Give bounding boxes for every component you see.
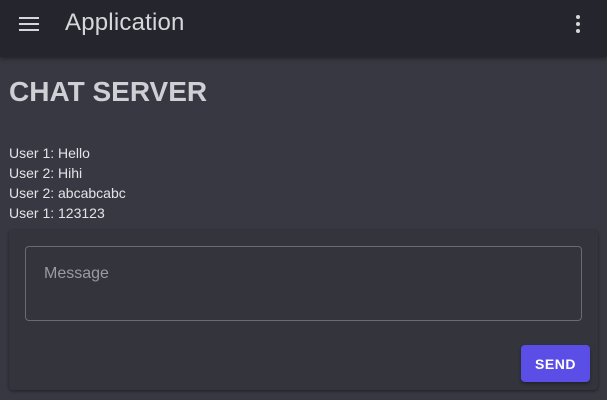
more-options-button[interactable] <box>563 8 593 40</box>
message-list: User 1: Hello User 2: Hihi User 2: abcab… <box>9 144 589 224</box>
message-item: User 2: Hihi <box>9 165 83 181</box>
send-button[interactable]: SEND <box>521 345 590 382</box>
menu-icon <box>19 17 39 31</box>
message-input[interactable] <box>26 247 581 320</box>
message-item: User 1: 123123 <box>9 205 105 221</box>
app-bar: Application <box>0 0 607 57</box>
message-item: User 2: abcabcabc <box>9 185 126 201</box>
menu-button[interactable] <box>10 8 48 40</box>
message-composer: SEND <box>9 230 598 390</box>
more-vertical-icon <box>576 15 580 33</box>
message-item: User 1: Hello <box>9 145 90 161</box>
page-title: CHAT SERVER <box>9 76 208 107</box>
app-title: Application <box>65 9 185 36</box>
message-field <box>25 246 582 321</box>
